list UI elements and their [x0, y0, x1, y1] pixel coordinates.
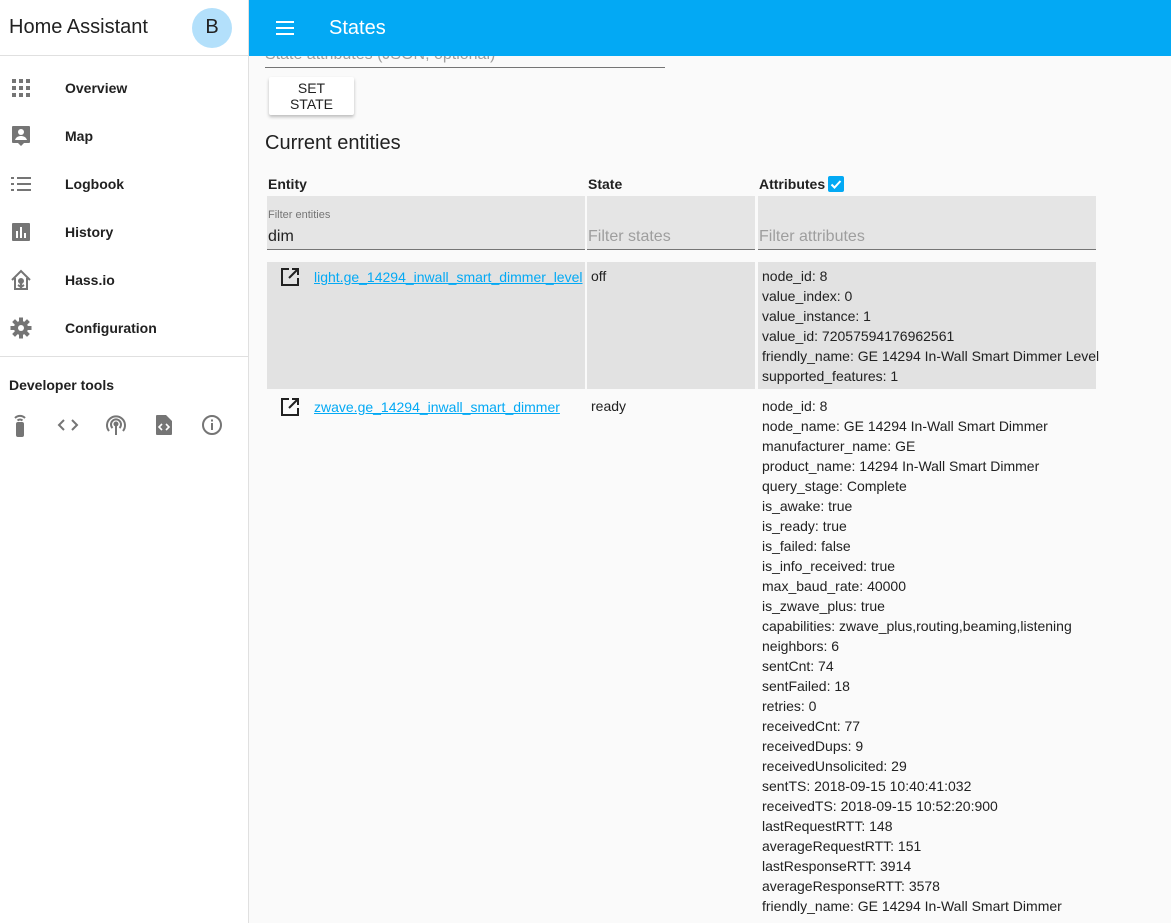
sidebar-item-map[interactable]: Map: [0, 112, 248, 160]
attribute-line: friendly_name: GE 14294 In-Wall Smart Di…: [762, 898, 1062, 914]
filter-states-placeholder: Filter states: [588, 228, 671, 245]
remote-icon[interactable]: [9, 413, 32, 437]
filter-entities-value: dim: [268, 228, 294, 245]
attribute-line: value_id: 72057594176962561: [762, 328, 955, 344]
attribute-line: max_baud_rate: 40000: [762, 578, 906, 594]
developer-tools-title: Developer tools: [9, 377, 115, 393]
list-icon: [9, 172, 33, 196]
attribute-line: sentTS: 2018-09-15 10:40:41:032: [762, 778, 972, 794]
set-state-button[interactable]: SET STATE: [269, 77, 354, 115]
code-icon[interactable]: [57, 413, 80, 437]
table-row-entity: zwave.ge_14294_inwall_smart_dimmer: [267, 392, 585, 923]
table-row-attributes: node_id: 8 value_index: 0 value_instance…: [758, 262, 1100, 389]
sidebar-item-configuration[interactable]: Configuration: [0, 304, 248, 352]
attribute-line: product_name: 14294 In-Wall Smart Dimmer: [762, 458, 1040, 474]
sidebar-item-logbook[interactable]: Logbook: [0, 160, 248, 208]
sidebar: Home Assistant B Overview Map Logbook Hi…: [0, 0, 249, 923]
attribute-line: receivedCnt: 77: [762, 718, 861, 734]
attribute-line: averageResponseRTT: 3578: [762, 878, 940, 894]
attribute-line: sentFailed: 18: [762, 678, 850, 694]
sidebar-item-label: Configuration: [65, 320, 157, 336]
filter-entities-label: Filter entities: [268, 209, 331, 221]
filter-attributes-input[interactable]: Filter attributes: [758, 196, 1096, 250]
attribute-line: node_id: 8: [762, 268, 828, 284]
state-column-header: State: [588, 176, 623, 192]
attribute-line: is_awake: true: [762, 498, 853, 514]
apps-grid-icon: [9, 76, 33, 100]
attribute-line: lastRequestRTT: 148: [762, 818, 893, 834]
attribute-line: node_id: 8: [762, 398, 828, 414]
sidebar-item-hassio[interactable]: Hass.io: [0, 256, 248, 304]
attribute-line: is_failed: false: [762, 538, 851, 554]
attribute-line: node_name: GE 14294 In-Wall Smart Dimmer: [762, 418, 1048, 434]
table-row-state: off: [587, 262, 755, 389]
page-title: States: [329, 16, 386, 39]
attribute-line: is_zwave_plus: true: [762, 598, 885, 614]
attribute-line: retries: 0: [762, 698, 817, 714]
main-content: State attributes (JSON, optional) SET ST…: [249, 56, 1171, 923]
antenna-icon[interactable]: [105, 413, 128, 437]
developer-tools-row: [0, 393, 248, 437]
attribute-line: is_info_received: true: [762, 558, 896, 574]
attribute-line: value_index: 0: [762, 288, 853, 304]
table-row-attributes: node_id: 8 node_name: GE 14294 In-Wall S…: [758, 392, 1096, 916]
entity-column-header: Entity: [268, 176, 307, 192]
template-file-icon[interactable]: [152, 413, 175, 437]
sidebar-item-label: History: [65, 224, 114, 240]
app-toolbar: States: [249, 0, 1171, 56]
attribute-line: receivedTS: 2018-09-15 10:52:20:900: [762, 798, 998, 814]
hassio-icon: [9, 268, 33, 292]
menu-icon[interactable]: [273, 16, 297, 40]
bar-chart-icon: [9, 220, 33, 244]
attribute-line: supported_features: 1: [762, 368, 899, 384]
attribute-line: lastResponseRTT: 3914: [762, 858, 912, 874]
sidebar-nav: Overview Map Logbook History Hass.io Con…: [0, 56, 248, 352]
attribute-line: manufacturer_name: GE: [762, 438, 916, 454]
table-row-entity: light.ge_14294_inwall_smart_dimmer_level: [267, 262, 585, 389]
attribute-line: capabilities: zwave_plus,routing,beaming…: [762, 618, 1072, 634]
avatar[interactable]: B: [192, 7, 232, 48]
gear-icon: [9, 316, 33, 340]
attributes-header-label: Attributes: [759, 176, 826, 192]
open-in-new-icon[interactable]: [280, 267, 300, 287]
filter-entities-input[interactable]: Filter entities dim: [267, 196, 585, 250]
attribute-line: is_ready: true: [762, 518, 847, 534]
entity-link[interactable]: zwave.ge_14294_inwall_smart_dimmer: [314, 399, 560, 415]
sidebar-item-label: Map: [65, 128, 93, 144]
attribute-line: receivedUnsolicited: 29: [762, 758, 907, 774]
sidebar-item-overview[interactable]: Overview: [0, 64, 248, 112]
sidebar-item-label: Overview: [65, 80, 128, 96]
attributes-checkbox[interactable]: [828, 176, 845, 193]
attributes-column-header: Attributes: [759, 176, 845, 193]
state-attributes-input[interactable]: State attributes (JSON, optional): [265, 56, 665, 68]
open-in-new-icon[interactable]: [280, 397, 300, 417]
sidebar-item-history[interactable]: History: [0, 208, 248, 256]
account-box-icon: [9, 124, 33, 148]
attribute-line: receivedDups: 9: [762, 738, 864, 754]
attribute-line: sentCnt: 74: [762, 658, 834, 674]
sidebar-item-label: Hass.io: [65, 272, 115, 288]
attribute-line: query_stage: Complete: [762, 478, 907, 494]
attribute-line: value_instance: 1: [762, 308, 871, 324]
sidebar-item-label: Logbook: [65, 176, 125, 192]
current-entities-title: Current entities: [265, 132, 401, 154]
info-icon[interactable]: [200, 413, 223, 437]
app-title: Home Assistant: [9, 16, 148, 38]
entity-state: off: [591, 268, 607, 284]
filter-attributes-placeholder: Filter attributes: [759, 228, 865, 245]
sidebar-header: Home Assistant B: [0, 0, 248, 56]
entity-state: ready: [591, 398, 627, 414]
attribute-line: friendly_name: GE 14294 In-Wall Smart Di…: [762, 348, 1100, 364]
attribute-line: neighbors: 6: [762, 638, 840, 654]
table-row-state: ready: [587, 392, 755, 414]
filter-states-input[interactable]: Filter states: [587, 196, 755, 250]
attribute-line: averageRequestRTT: 151: [762, 838, 922, 854]
entity-link[interactable]: light.ge_14294_inwall_smart_dimmer_level: [314, 269, 582, 285]
